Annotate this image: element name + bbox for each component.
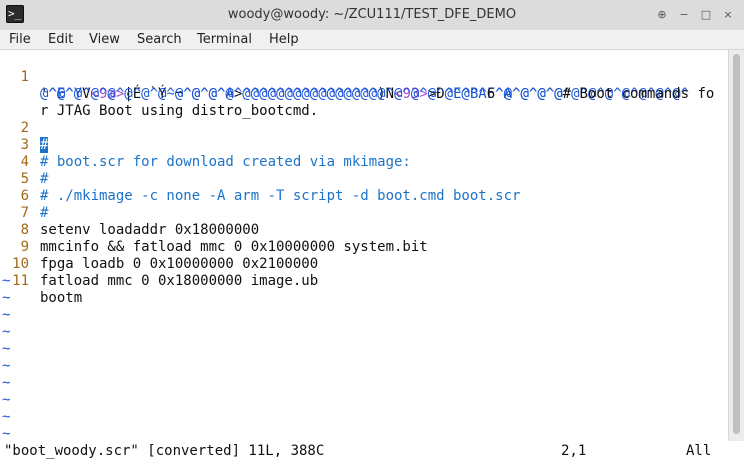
window-title: woody@woody: ~/ZCU111/TEST_DFE_DEMO <box>227 7 517 22</box>
editor-line-6: 6 # <box>0 171 49 221</box>
line-segment: ^@^@^@^@ <box>495 86 563 102</box>
editor-line-9: 9 fpga loadb 0 0x10000000 0x2100000 <box>0 222 319 272</box>
menu-help[interactable]: Help <box>269 31 299 48</box>
line-text: setenv loadaddr 0x18000000 <box>40 222 260 238</box>
line-text: # boot.scr for download created via mkim… <box>40 154 411 170</box>
editor-line-7: 7 setenv loadaddr 0x18000000 <box>0 188 260 238</box>
editor-line-1-wrap-1: @^@^@^@^@^@^@^@^@^@^@^@^@^@^@^@^@^@^@^@^… <box>0 69 714 102</box>
empty-line-tilde: ~ <box>2 273 11 289</box>
line-text: # ./mkimage -c none -A arm -T script -d … <box>40 188 521 204</box>
wrap-text: r JTAG Boot using distro_bootcmd. <box>40 103 319 119</box>
scrollbar-thumb[interactable] <box>733 54 740 434</box>
editor-line-2: 2 # <box>0 103 49 153</box>
editor-line-8: 8 mmcinfo && fatload mmc 0 0x10000000 sy… <box>0 205 428 255</box>
empty-line-tilde: ~ <box>2 341 11 357</box>
empty-line-tilde: ~ <box>2 392 11 408</box>
empty-line-tilde: ~ <box>2 375 11 391</box>
empty-line-tilde: ~ <box>2 307 11 323</box>
empty-line-tilde: ~ <box>2 324 11 340</box>
empty-line-tilde: ~ <box>2 358 11 374</box>
editor-line-1: 1 '^E^YV<9a>|É `Ý~¬^@^@^A>^@^@^@^@^@^@^@… <box>0 52 690 102</box>
line-text-binary-cont: @^@^@^@^@^@^@^@^@^@^@^@^@^@^@^@^@^@^@^@^… <box>40 86 714 103</box>
empty-line-tilde: ~ <box>2 426 11 441</box>
empty-line-tilde: ~ <box>2 290 11 306</box>
close-icon[interactable]: × <box>720 7 736 23</box>
line-text: bootm <box>40 290 83 306</box>
editor-line-1-wrap-2: r JTAG Boot using distro_bootcmd. <box>0 86 318 119</box>
menu-search[interactable]: Search <box>137 31 182 48</box>
status-cursor-position: 2,1 <box>561 443 587 459</box>
vim-status-line: "boot_woody.scr" [converted] 11L, 388C 2… <box>0 441 744 463</box>
line-text: # <box>40 137 49 154</box>
line-segment: # Boot commands fo <box>562 86 715 102</box>
editor-line-10: 10 fatload mmc 0 0x18000000 image.ub <box>0 239 318 289</box>
status-scroll-position: All <box>686 443 712 459</box>
text-cursor: # <box>40 137 49 153</box>
menu-bar: File Edit View Search Terminal Help <box>0 30 744 50</box>
editor-line-4: 4 # <box>0 137 49 187</box>
line-text: # <box>40 205 49 221</box>
title-bar: >_ woody@woody: ~/ZCU111/TEST_DFE_DEMO ⊕… <box>0 0 744 31</box>
line-text-wrap: r JTAG Boot using distro_bootcmd. <box>40 103 318 120</box>
empty-line-tilde: ~ <box>2 409 11 425</box>
editor-line-3: 3 # boot.scr for download created via mk… <box>0 120 411 170</box>
maximize-icon[interactable]: □ <box>698 7 714 23</box>
editor-line-11: 11 bootm <box>0 256 82 306</box>
menu-view[interactable]: View <box>89 31 120 48</box>
status-file-info: "boot_woody.scr" [converted] 11L, 388C <box>4 443 325 459</box>
pin-icon[interactable]: ⊕ <box>654 7 670 23</box>
minimize-icon[interactable]: − <box>676 7 692 23</box>
line-text: # <box>40 171 49 187</box>
line-segment: @^@^@^@^@^@^@^@^@^@^@^@^@^@^@^@^@^@^@^@^… <box>40 86 487 102</box>
vertical-scrollbar[interactable] <box>728 50 744 441</box>
line-segment: 6 <box>486 86 496 102</box>
line-text: fpga loadb 0 0x10000000 0x2100000 <box>40 256 319 272</box>
menu-edit[interactable]: Edit <box>48 31 73 48</box>
line-text: fatload mmc 0 0x18000000 image.ub <box>40 273 319 289</box>
line-text: mmcinfo && fatload mmc 0 0x10000000 syst… <box>40 239 428 255</box>
menu-terminal[interactable]: Terminal <box>197 31 252 48</box>
window-controls: ⊕ − □ × <box>654 7 736 23</box>
menu-file[interactable]: File <box>9 31 31 48</box>
vim-editor[interactable]: 1 '^E^YV<9a>|É `Ý~¬^@^@^A>^@^@^@^@^@^@^@… <box>0 50 728 441</box>
editor-line-5: 5 # ./mkimage -c none -A arm -T script -… <box>0 154 521 204</box>
